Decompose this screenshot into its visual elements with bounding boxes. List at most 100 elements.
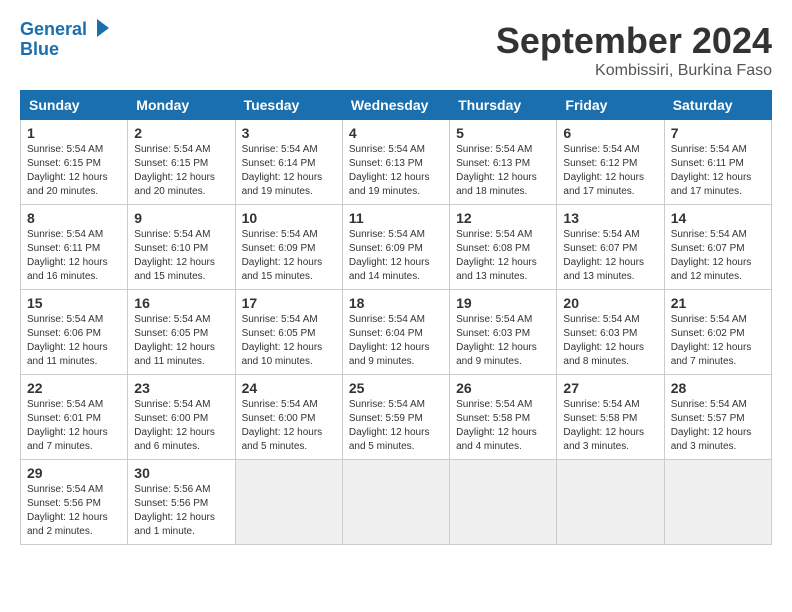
day-number: 1: [27, 125, 121, 141]
day-number: 16: [134, 295, 228, 311]
calendar-cell: 2 Sunrise: 5:54 AMSunset: 6:15 PMDaylight…: [128, 120, 235, 205]
calendar-cell: 20 Sunrise: 5:54 AMSunset: 6:03 PMDayligh…: [557, 290, 664, 375]
day-info: Sunrise: 5:54 AMSunset: 6:01 PMDaylight:…: [27, 398, 121, 454]
week-row-2: 8 Sunrise: 5:54 AMSunset: 6:11 PMDaylight…: [21, 205, 772, 290]
day-number: 8: [27, 210, 121, 226]
day-number: 12: [456, 210, 550, 226]
calendar-cell: 16 Sunrise: 5:54 AMSunset: 6:05 PMDayligh…: [128, 290, 235, 375]
day-number: 15: [27, 295, 121, 311]
logo: General Blue: [20, 20, 111, 60]
day-number: 24: [242, 380, 336, 396]
day-info: Sunrise: 5:54 AMSunset: 5:56 PMDaylight:…: [27, 483, 121, 539]
calendar-cell: 13 Sunrise: 5:54 AMSunset: 6:07 PMDayligh…: [557, 205, 664, 290]
day-number: 13: [563, 210, 657, 226]
day-info: Sunrise: 5:54 AMSunset: 6:11 PMDaylight:…: [671, 143, 765, 199]
day-info: Sunrise: 5:54 AMSunset: 6:15 PMDaylight:…: [27, 143, 121, 199]
calendar-cell: 8 Sunrise: 5:54 AMSunset: 6:11 PMDaylight…: [21, 205, 128, 290]
calendar-cell: 11Sunrise: 5:54 AMSunset: 6:09 PMDayligh…: [342, 205, 449, 290]
calendar-cell: 25Sunrise: 5:54 AMSunset: 5:59 PMDayligh…: [342, 375, 449, 460]
calendar-cell: 17 Sunrise: 5:54 AMSunset: 6:05 PMDayligh…: [235, 290, 342, 375]
header-sunday: Sunday: [21, 91, 128, 120]
calendar-cell: 5 Sunrise: 5:54 AMSunset: 6:13 PMDaylight…: [450, 120, 557, 205]
day-info: Sunrise: 5:54 AMSunset: 6:12 PMDaylight:…: [563, 143, 657, 199]
calendar-cell: [664, 460, 771, 545]
calendar-cell: 28 Sunrise: 5:54 AMSunset: 5:57 PMDayligh…: [664, 375, 771, 460]
day-info: Sunrise: 5:54 AMSunset: 6:02 PMDaylight:…: [671, 313, 765, 369]
header-wednesday: Wednesday: [342, 91, 449, 120]
day-number: 28: [671, 380, 765, 396]
calendar-cell: 22 Sunrise: 5:54 AMSunset: 6:01 PMDayligh…: [21, 375, 128, 460]
day-number: 10: [242, 210, 336, 226]
day-number: 11: [349, 210, 443, 226]
calendar-cell: [235, 460, 342, 545]
day-info: Sunrise: 5:54 AMSunset: 5:58 PMDaylight:…: [456, 398, 550, 454]
day-number: 29: [27, 465, 121, 481]
calendar-cell: 21 Sunrise: 5:54 AMSunset: 6:02 PMDayligh…: [664, 290, 771, 375]
day-info: Sunrise: 5:54 AMSunset: 6:06 PMDaylight:…: [27, 313, 121, 369]
day-info: Sunrise: 5:54 AMSunset: 6:15 PMDaylight:…: [134, 143, 228, 199]
day-number: 25: [349, 380, 443, 396]
day-info: Sunrise: 5:54 AMSunset: 6:00 PMDaylight:…: [134, 398, 228, 454]
day-number: 23: [134, 380, 228, 396]
day-info: Sunrise: 5:54 AMSunset: 6:03 PMDaylight:…: [563, 313, 657, 369]
day-info: Sunrise: 5:54 AMSunset: 6:07 PMDaylight:…: [563, 228, 657, 284]
calendar-cell: [342, 460, 449, 545]
day-info: Sunrise: 5:54 AMSunset: 5:58 PMDaylight:…: [563, 398, 657, 454]
day-number: 27: [563, 380, 657, 396]
day-info: Sunrise: 5:54 AMSunset: 6:08 PMDaylight:…: [456, 228, 550, 284]
calendar-cell: 26 Sunrise: 5:54 AMSunset: 5:58 PMDayligh…: [450, 375, 557, 460]
week-row-3: 15 Sunrise: 5:54 AMSunset: 6:06 PMDayligh…: [21, 290, 772, 375]
day-number: 6: [563, 125, 657, 141]
day-number: 21: [671, 295, 765, 311]
calendar-cell: 10 Sunrise: 5:54 AMSunset: 6:09 PMDayligh…: [235, 205, 342, 290]
day-info: Sunrise: 5:54 AMSunset: 6:03 PMDaylight:…: [456, 313, 550, 369]
day-info: Sunrise: 5:54 AMSunset: 6:10 PMDaylight:…: [134, 228, 228, 284]
day-number: 2: [134, 125, 228, 141]
calendar-table: SundayMondayTuesdayWednesdayThursdayFrid…: [20, 90, 772, 545]
header-monday: Monday: [128, 91, 235, 120]
logo-blue-text: Blue: [20, 40, 59, 60]
header-thursday: Thursday: [450, 91, 557, 120]
calendar-cell: 1 Sunrise: 5:54 AMSunset: 6:15 PMDaylight…: [21, 120, 128, 205]
day-info: Sunrise: 5:54 AMSunset: 5:57 PMDaylight:…: [671, 398, 765, 454]
day-number: 19: [456, 295, 550, 311]
day-number: 7: [671, 125, 765, 141]
day-info: Sunrise: 5:54 AMSunset: 6:05 PMDaylight:…: [134, 313, 228, 369]
day-number: 20: [563, 295, 657, 311]
calendar-cell: 19 Sunrise: 5:54 AMSunset: 6:03 PMDayligh…: [450, 290, 557, 375]
calendar-cell: 4 Sunrise: 5:54 AMSunset: 6:13 PMDaylight…: [342, 120, 449, 205]
day-number: 30: [134, 465, 228, 481]
calendar-cell: [450, 460, 557, 545]
day-info: Sunrise: 5:54 AMSunset: 6:13 PMDaylight:…: [456, 143, 550, 199]
calendar-cell: 27 Sunrise: 5:54 AMSunset: 5:58 PMDayligh…: [557, 375, 664, 460]
week-row-4: 22 Sunrise: 5:54 AMSunset: 6:01 PMDayligh…: [21, 375, 772, 460]
day-info: Sunrise: 5:54 AMSunset: 6:07 PMDaylight:…: [671, 228, 765, 284]
day-info: Sunrise: 5:54 AMSunset: 6:09 PMDaylight:…: [242, 228, 336, 284]
calendar-cell: 29 Sunrise: 5:54 AMSunset: 5:56 PMDayligh…: [21, 460, 128, 545]
day-number: 4: [349, 125, 443, 141]
logo-text: General: [20, 20, 87, 40]
day-number: 22: [27, 380, 121, 396]
calendar-cell: 23 Sunrise: 5:54 AMSunset: 6:00 PMDayligh…: [128, 375, 235, 460]
day-info: Sunrise: 5:54 AMSunset: 6:13 PMDaylight:…: [349, 143, 443, 199]
calendar-cell: 30 Sunrise: 5:56 AMSunset: 5:56 PMDayligh…: [128, 460, 235, 545]
day-info: Sunrise: 5:54 AMSunset: 6:11 PMDaylight:…: [27, 228, 121, 284]
header-tuesday: Tuesday: [235, 91, 342, 120]
day-info: Sunrise: 5:56 AMSunset: 5:56 PMDaylight:…: [134, 483, 228, 539]
header-friday: Friday: [557, 91, 664, 120]
week-row-5: 29 Sunrise: 5:54 AMSunset: 5:56 PMDayligh…: [21, 460, 772, 545]
header-saturday: Saturday: [664, 91, 771, 120]
day-number: 18: [349, 295, 443, 311]
page-header: General Blue September 2024 Kombissiri, …: [20, 20, 772, 80]
location: Kombissiri, Burkina Faso: [496, 62, 772, 80]
day-number: 17: [242, 295, 336, 311]
calendar-cell: 6 Sunrise: 5:54 AMSunset: 6:12 PMDaylight…: [557, 120, 664, 205]
day-number: 26: [456, 380, 550, 396]
month-title: September 2024: [496, 20, 772, 62]
calendar-cell: 18Sunrise: 5:54 AMSunset: 6:04 PMDayligh…: [342, 290, 449, 375]
day-number: 5: [456, 125, 550, 141]
calendar-cell: 24Sunrise: 5:54 AMSunset: 6:00 PMDayligh…: [235, 375, 342, 460]
calendar-cell: 12 Sunrise: 5:54 AMSunset: 6:08 PMDayligh…: [450, 205, 557, 290]
day-info: Sunrise: 5:54 AMSunset: 6:05 PMDaylight:…: [242, 313, 336, 369]
day-number: 14: [671, 210, 765, 226]
